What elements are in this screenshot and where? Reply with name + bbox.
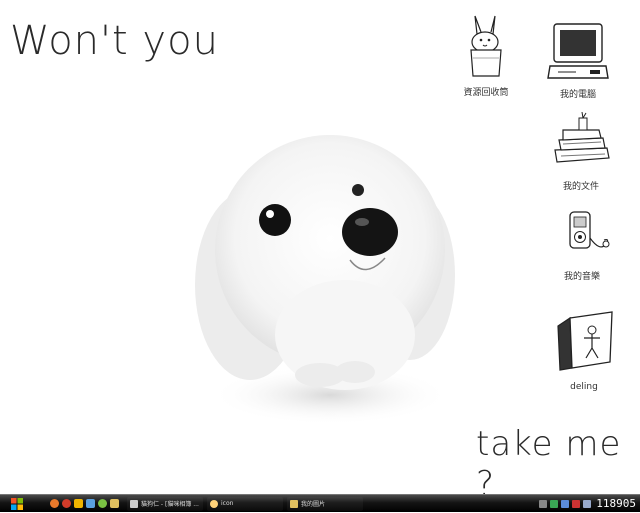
antivirus-icon[interactable] xyxy=(550,499,559,508)
task-button[interactable]: 貓狗仁 - [貓咪相簿 ... xyxy=(127,496,203,511)
task-label: icon xyxy=(221,500,234,507)
firefox-icon[interactable] xyxy=(50,499,59,508)
folder-stickman-icon xyxy=(557,311,613,371)
folder-icon xyxy=(290,499,298,508)
app-window-icon xyxy=(130,499,138,508)
task-label: 貓狗仁 - [貓咪相簿 ... xyxy=(141,501,199,508)
input-icon[interactable] xyxy=(583,499,592,508)
media-icon[interactable] xyxy=(74,499,83,508)
quick-launch xyxy=(34,499,119,508)
windows-logo-icon xyxy=(11,497,23,510)
system-tray: 118905 xyxy=(539,497,640,510)
network-icon[interactable] xyxy=(539,499,548,508)
my-music-shortcut[interactable]: 我的音樂 xyxy=(537,208,627,283)
my-music-icon xyxy=(569,211,610,249)
deling-folder-shortcut[interactable]: deling xyxy=(539,308,629,393)
task-list: 貓狗仁 - [貓咪相簿 ... icon 我的圖片 xyxy=(127,496,363,511)
clock[interactable]: 118905 xyxy=(596,497,636,510)
desktop-icon-label: 我的電腦 xyxy=(559,90,596,100)
my-computer-shortcut[interactable]: 我的電腦 xyxy=(533,20,623,101)
desktop-icon-label: 我的文件 xyxy=(562,182,599,192)
my-documents-shortcut[interactable]: 我的文件 xyxy=(536,112,626,193)
chat-icon[interactable] xyxy=(98,499,107,508)
app-icon[interactable] xyxy=(86,499,95,508)
desktop-icon-label: 資源回收筒 xyxy=(463,88,509,98)
ime-icon[interactable] xyxy=(572,499,581,508)
taskbar: 貓狗仁 - [貓咪相簿 ... icon 我的圖片 118905 xyxy=(0,494,640,512)
volume-icon[interactable] xyxy=(561,499,570,508)
task-button[interactable]: 我的圖片 xyxy=(287,496,363,511)
my-documents-icon xyxy=(554,112,610,163)
desktop-icon-label: 我的音樂 xyxy=(563,272,600,282)
recycle-bin-bunny-icon xyxy=(470,15,502,77)
start-button[interactable] xyxy=(0,495,34,513)
folder-icon[interactable] xyxy=(110,499,119,508)
task-button[interactable]: icon xyxy=(207,496,283,511)
chat-icon xyxy=(210,499,218,508)
desktop-icon-label: deling xyxy=(570,382,598,392)
slogan-bottom: take me ? xyxy=(476,424,622,504)
my-computer-icon xyxy=(547,23,609,79)
browser-icon[interactable] xyxy=(62,499,71,508)
recycle-bin-shortcut[interactable]: 資源回收筒 xyxy=(441,14,531,99)
task-label: 我的圖片 xyxy=(301,501,326,508)
puppy-illustration xyxy=(195,135,455,425)
slogan-top: Won't you xyxy=(10,18,219,64)
